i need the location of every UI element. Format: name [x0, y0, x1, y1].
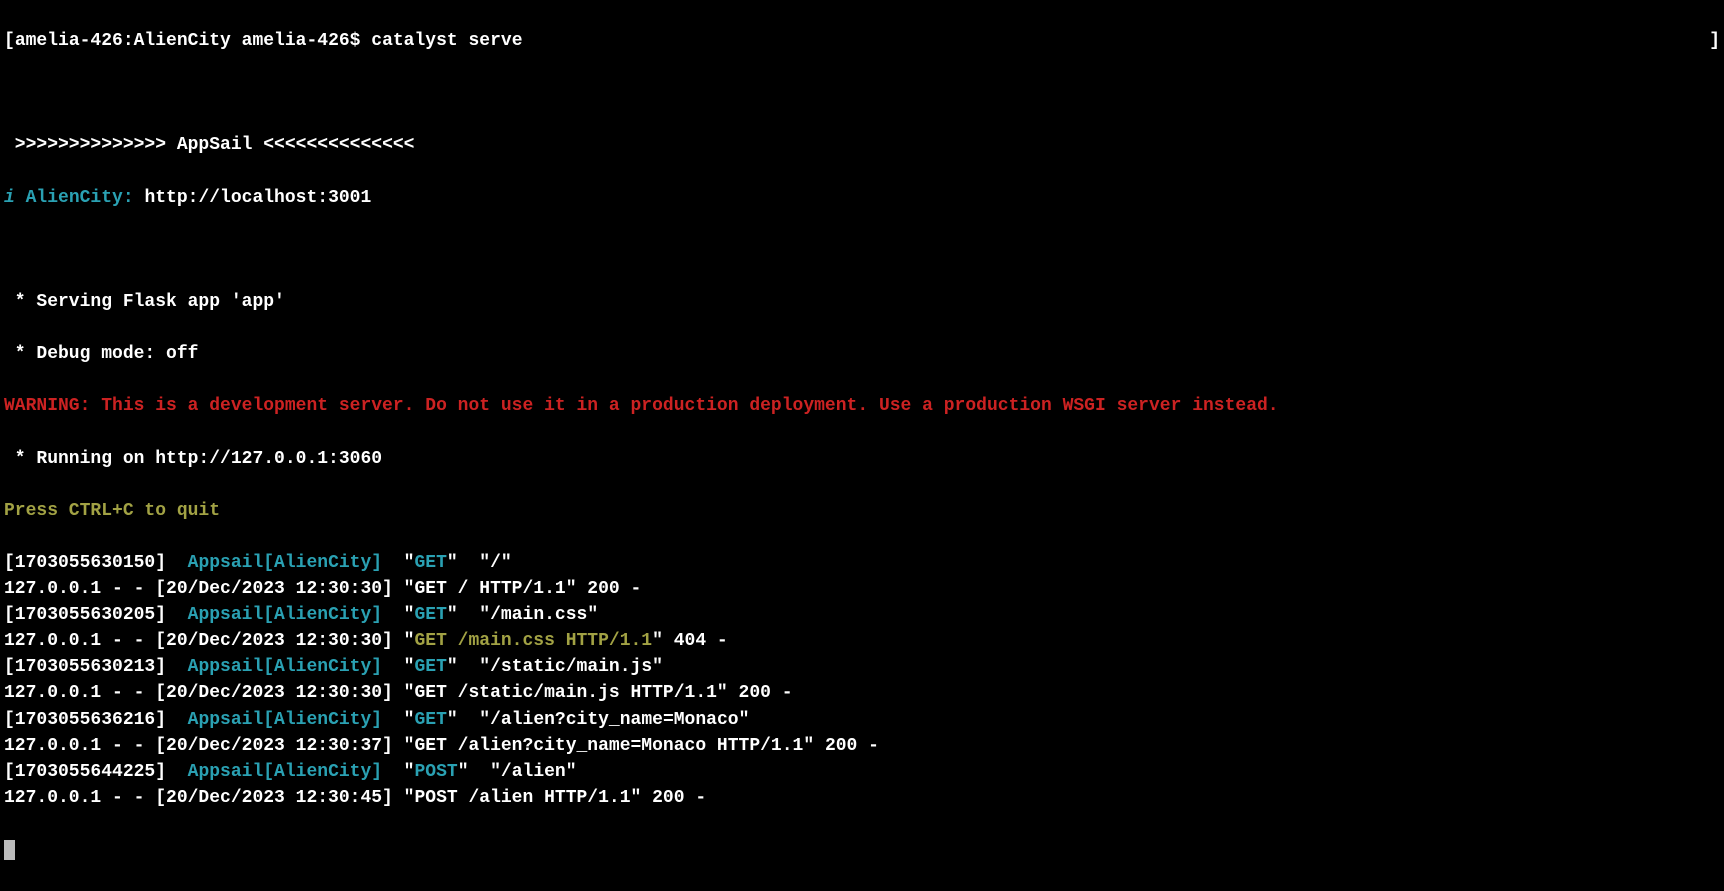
- open-bracket: [: [4, 31, 15, 51]
- access-log-line: 127.0.0.1 - - [20/Dec/2023 12:30:45] "PO…: [4, 785, 1720, 811]
- access-prefix: 127.0.0.1 - - [20/Dec/2023 12:30:30] ": [4, 631, 414, 651]
- access-prefix: 127.0.0.1 - - [20/Dec/2023 12:30:30] ": [4, 579, 414, 599]
- access-request: GET /static/main.js HTTP/1.1: [414, 683, 716, 703]
- warning-line: WARNING: This is a development server. D…: [4, 393, 1720, 419]
- blank-line: [4, 237, 1720, 263]
- http-method: GET: [414, 605, 446, 625]
- access-prefix: 127.0.0.1 - - [20/Dec/2023 12:30:37] ": [4, 736, 414, 756]
- access-request: GET /main.css HTTP/1.1: [414, 631, 652, 651]
- terminal-output[interactable]: [amelia-426:AlienCity amelia-426$ cataly…: [0, 0, 1724, 891]
- flask-serving-line: * Serving Flask app 'app': [4, 289, 1720, 315]
- appsail-log-line: [1703055630205] Appsail[AlienCity] "GET"…: [4, 602, 1720, 628]
- cursor: [4, 840, 15, 860]
- shell-prompt: amelia-426:AlienCity amelia-426$: [15, 31, 361, 51]
- prompt-line: [amelia-426:AlienCity amelia-426$ cataly…: [4, 28, 1720, 54]
- timestamp: [1703055630213]: [4, 657, 188, 677]
- request-path: /main.css: [490, 605, 587, 625]
- app-name: AlienCity:: [15, 188, 145, 208]
- appsail-log-line: [1703055630150] Appsail[AlienCity] "GET"…: [4, 550, 1720, 576]
- access-log-line: 127.0.0.1 - - [20/Dec/2023 12:30:37] "GE…: [4, 733, 1720, 759]
- access-suffix: " 200 -: [803, 736, 879, 756]
- appsail-tag: Appsail[AlienCity]: [188, 710, 382, 730]
- blank-line: [4, 80, 1720, 106]
- access-request: GET / HTTP/1.1: [414, 579, 565, 599]
- timestamp: [1703055636216]: [4, 710, 188, 730]
- access-prefix: 127.0.0.1 - - [20/Dec/2023 12:30:30] ": [4, 683, 414, 703]
- appsail-log-line: [1703055636216] Appsail[AlienCity] "GET"…: [4, 707, 1720, 733]
- http-method: GET: [414, 657, 446, 677]
- appsail-tag: Appsail[AlienCity]: [188, 553, 382, 573]
- cursor-line: [4, 837, 1720, 863]
- access-log-line: 127.0.0.1 - - [20/Dec/2023 12:30:30] "GE…: [4, 576, 1720, 602]
- appsail-log-line: [1703055644225] Appsail[AlienCity] "POST…: [4, 759, 1720, 785]
- access-suffix: " 404 -: [652, 631, 728, 651]
- close-bracket: ]: [1709, 28, 1720, 54]
- http-method: GET: [414, 710, 446, 730]
- appsail-tag: Appsail[AlienCity]: [188, 657, 382, 677]
- appsail-log-line: [1703055630213] Appsail[AlienCity] "GET"…: [4, 654, 1720, 680]
- timestamp: [1703055644225]: [4, 762, 188, 782]
- banner-prefix: >>>>>>>>>>>>>>: [4, 135, 177, 155]
- banner-suffix: <<<<<<<<<<<<<<: [252, 135, 414, 155]
- info-icon: i: [4, 188, 15, 208]
- access-suffix: " 200 -: [631, 788, 707, 808]
- appsail-tag: Appsail[AlienCity]: [188, 605, 382, 625]
- flask-running-line: * Running on http://127.0.0.1:3060: [4, 446, 1720, 472]
- banner-title: AppSail: [177, 135, 253, 155]
- http-method: POST: [414, 762, 457, 782]
- request-path: /static/main.js: [490, 657, 652, 677]
- appsail-tag: Appsail[AlienCity]: [188, 762, 382, 782]
- access-log-line: 127.0.0.1 - - [20/Dec/2023 12:30:30] "GE…: [4, 680, 1720, 706]
- timestamp: [1703055630150]: [4, 553, 188, 573]
- local-url: http://localhost:3001: [144, 188, 371, 208]
- request-path: /alien: [501, 762, 566, 782]
- info-line: i AlienCity: http://localhost:3001: [4, 185, 1720, 211]
- access-prefix: 127.0.0.1 - - [20/Dec/2023 12:30:45] ": [4, 788, 414, 808]
- access-request: POST /alien HTTP/1.1: [414, 788, 630, 808]
- request-path: /alien?city_name=Monaco: [490, 710, 738, 730]
- access-suffix: " 200 -: [717, 683, 793, 703]
- access-request: GET /alien?city_name=Monaco HTTP/1.1: [414, 736, 803, 756]
- access-log-line: 127.0.0.1 - - [20/Dec/2023 12:30:30] "GE…: [4, 628, 1720, 654]
- command-text: catalyst serve: [360, 31, 522, 51]
- request-path: /: [490, 553, 501, 573]
- timestamp: [1703055630205]: [4, 605, 188, 625]
- http-method: GET: [414, 553, 446, 573]
- flask-debug-line: * Debug mode: off: [4, 341, 1720, 367]
- quit-instruction: Press CTRL+C to quit: [4, 498, 1720, 524]
- appsail-banner: >>>>>>>>>>>>>> AppSail <<<<<<<<<<<<<<: [4, 132, 1720, 158]
- access-suffix: " 200 -: [566, 579, 642, 599]
